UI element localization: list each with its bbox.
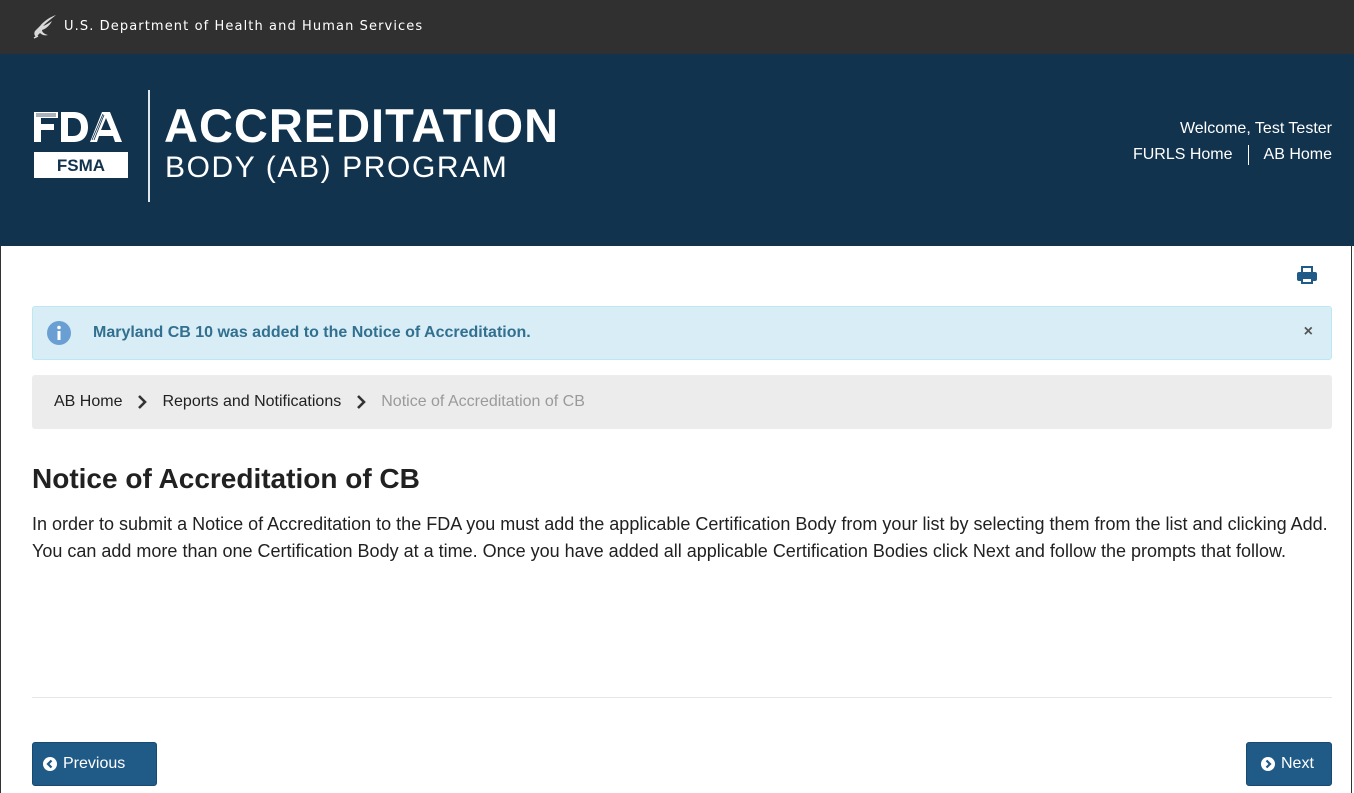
hhs-top-bar: U.S. Department of Health and Human Serv… — [0, 0, 1354, 54]
furls-home-link[interactable]: FURLS Home — [1133, 146, 1233, 164]
next-button[interactable]: Next — [1246, 742, 1332, 786]
intro-text: In order to submit a Notice of Accredita… — [32, 514, 1328, 561]
site-header: FSMA ACCREDITATION BODY (AB) PROGRAM Wel… — [0, 54, 1354, 246]
header-link-divider — [1247, 145, 1249, 165]
chevron-left-circle-icon — [43, 757, 57, 771]
breadcrumb-reports-notifications[interactable]: Reports and Notifications — [162, 393, 341, 411]
success-alert: Maryland CB 10 was added to the Notice o… — [32, 306, 1332, 360]
breadcrumb: AB Home Reports and Notifications Notice… — [32, 375, 1332, 429]
hhs-eagle-icon — [33, 15, 56, 39]
header-links: FURLS Home AB Home — [1133, 145, 1332, 165]
welcome-message: Welcome, Test Tester — [1179, 120, 1332, 137]
section-divider — [32, 697, 1332, 698]
previous-button-label: Previous — [63, 755, 126, 772]
ab-home-link[interactable]: AB Home — [1264, 146, 1332, 164]
close-icon[interactable]: × — [1304, 323, 1313, 341]
program-title: ACCREDITATION — [164, 99, 560, 152]
logo-divider — [148, 90, 150, 202]
alert-message: Maryland CB 10 was added to the Notice o… — [93, 324, 531, 341]
hhs-agency-text: U.S. Department of Health and Human Serv… — [64, 19, 424, 34]
page-title: Notice of Accreditation of CB — [32, 463, 420, 494]
svg-text:FSMA: FSMA — [57, 156, 105, 175]
breadcrumb-ab-home[interactable]: AB Home — [54, 393, 122, 411]
print-icon[interactable] — [1296, 264, 1318, 286]
info-icon — [47, 321, 71, 345]
fda-fsma-logo: FSMA — [34, 112, 128, 178]
program-subtitle: BODY (AB) PROGRAM — [165, 151, 509, 184]
next-button-label: Next — [1281, 755, 1314, 772]
chevron-right-icon — [357, 395, 367, 409]
chevron-right-circle-icon — [1261, 757, 1275, 771]
previous-button[interactable]: Previous — [32, 742, 157, 786]
breadcrumb-current: Notice of Accreditation of CB — [381, 393, 585, 410]
chevron-right-icon — [138, 395, 148, 409]
